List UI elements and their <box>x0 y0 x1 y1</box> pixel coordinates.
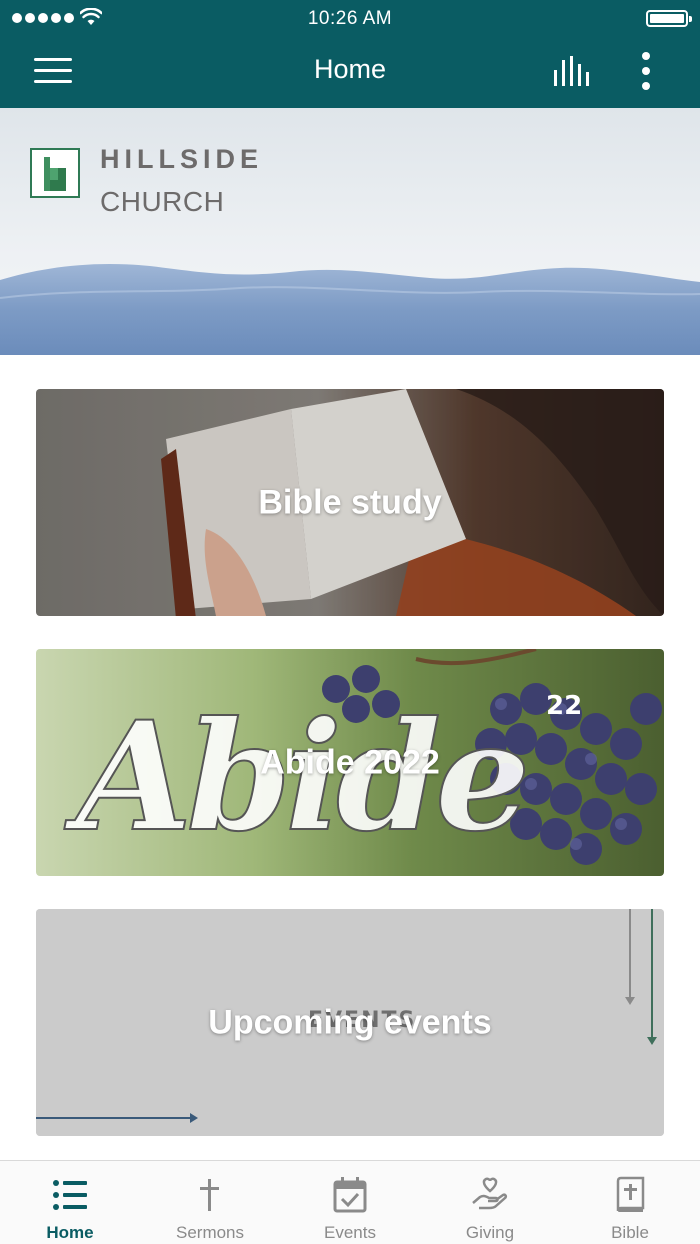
status-time: 10:26 AM <box>307 8 393 29</box>
abide-art-superscript: 22 <box>546 691 582 721</box>
bible-study-card[interactable]: Bible study <box>36 389 664 616</box>
nav-bible[interactable]: Bible <box>560 1161 700 1244</box>
heart-hand-icon <box>472 1177 508 1210</box>
calendar-check-icon <box>333 1177 367 1213</box>
top-bar: 10:26 AM Home <box>0 0 700 108</box>
nav-events[interactable]: Events <box>280 1161 420 1244</box>
church-banner: HILLSIDE CHURCH <box>0 108 700 355</box>
card-title: Abide 2022 <box>260 743 440 781</box>
nav-home[interactable]: Home <box>0 1161 140 1244</box>
bible-book-icon <box>616 1176 645 1212</box>
nav-label: Events <box>324 1223 376 1242</box>
bottom-navigation: Home Sermons Events Giving Bible <box>0 1160 700 1244</box>
status-bar: 10:26 AM <box>0 0 700 36</box>
nav-label: Bible <box>611 1223 649 1242</box>
audio-bars-icon[interactable] <box>552 56 592 88</box>
more-vertical-icon[interactable] <box>636 52 656 90</box>
cross-icon <box>200 1179 219 1211</box>
nav-label: Giving <box>465 1223 515 1242</box>
snow-hills-image <box>0 263 700 355</box>
nav-label: Sermons <box>175 1223 245 1242</box>
card-title: Bible study <box>258 483 442 521</box>
battery-icon <box>646 10 692 27</box>
nav-label: Home <box>46 1223 94 1242</box>
banner-title: HILLSIDE <box>100 144 264 174</box>
upcoming-events-card[interactable]: EVENTS Upcoming events <box>36 909 664 1136</box>
nav-giving[interactable]: Giving <box>420 1161 560 1244</box>
nav-sermons[interactable]: Sermons <box>140 1161 280 1244</box>
page-title: Home <box>313 54 387 84</box>
app-bar: Home <box>0 36 700 108</box>
list-icon <box>53 1180 87 1210</box>
card-title: Upcoming events <box>208 1003 492 1041</box>
church-logo-icon <box>30 148 80 198</box>
abide-2022-card[interactable]: Abide 22 Abide 2022 <box>36 649 664 876</box>
banner-subtitle: CHURCH <box>100 186 225 217</box>
